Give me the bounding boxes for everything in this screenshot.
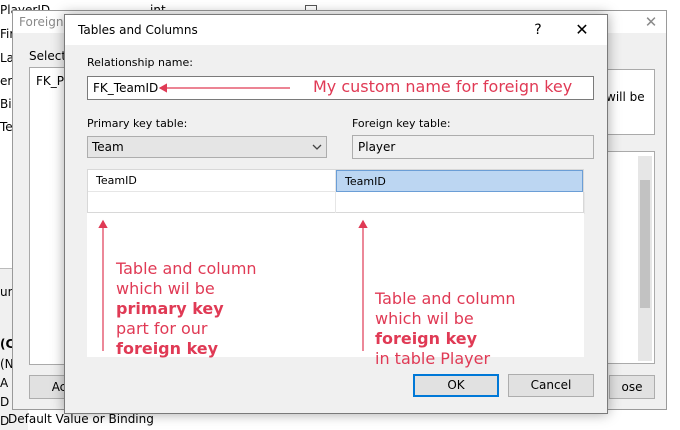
pk-column-cell[interactable] — [88, 192, 336, 214]
prop-row: D — [0, 395, 10, 409]
cancel-button[interactable]: Cancel — [508, 374, 594, 397]
primary-key-table-select[interactable]: Team — [87, 136, 327, 158]
scrollbar-thumb[interactable] — [640, 180, 650, 308]
custom-name-annotation: My custom name for foreign key — [313, 77, 573, 96]
primary-key-annotation: Table and column which wil be primary ke… — [116, 259, 257, 358]
close-button[interactable]: ose — [609, 375, 655, 399]
ok-button[interactable]: OK — [413, 374, 499, 397]
primary-key-table-value: Team — [92, 140, 124, 154]
primary-key-table-label: Primary key table: — [87, 117, 188, 130]
dialog-titlebar: Tables and Columns ? ✕ — [65, 15, 607, 45]
columns-grid[interactable]: TeamID TeamID — [87, 169, 585, 214]
vertical-scrollbar[interactable] — [638, 156, 652, 361]
foreign-key-annotation: Table and column which wil be foreign ke… — [375, 289, 516, 368]
help-icon[interactable]: ? — [523, 15, 553, 45]
relationship-name-label: Relationship name: — [87, 56, 193, 69]
close-icon[interactable]: ✕ — [565, 15, 599, 45]
pk-column-cell[interactable]: TeamID — [88, 170, 336, 192]
description-panel: will be — [605, 69, 655, 135]
tables-and-columns-dialog: Tables and Columns ? ✕ Relationship name… — [64, 14, 608, 414]
foreign-key-table-label: Foreign key table: — [352, 117, 451, 130]
prop-row: A — [0, 376, 9, 390]
foreign-key-table-value: Player — [358, 140, 396, 154]
relationship-name-value: FK_TeamID — [93, 81, 159, 95]
default-value-label: Default Value or Binding — [8, 412, 154, 426]
chevron-down-icon — [312, 144, 322, 150]
fk-column-cell[interactable]: TeamID — [336, 170, 583, 192]
properties-grid[interactable] — [605, 151, 655, 364]
foreign-key-table-field: Player — [352, 135, 594, 159]
dialog-title: Tables and Columns — [78, 23, 198, 37]
close-icon[interactable]: ✕ — [636, 11, 666, 33]
description-text: will be — [606, 90, 645, 104]
fk-column-cell[interactable] — [336, 192, 585, 214]
annotation-area: Table and column which wil be primary ke… — [87, 213, 584, 368]
